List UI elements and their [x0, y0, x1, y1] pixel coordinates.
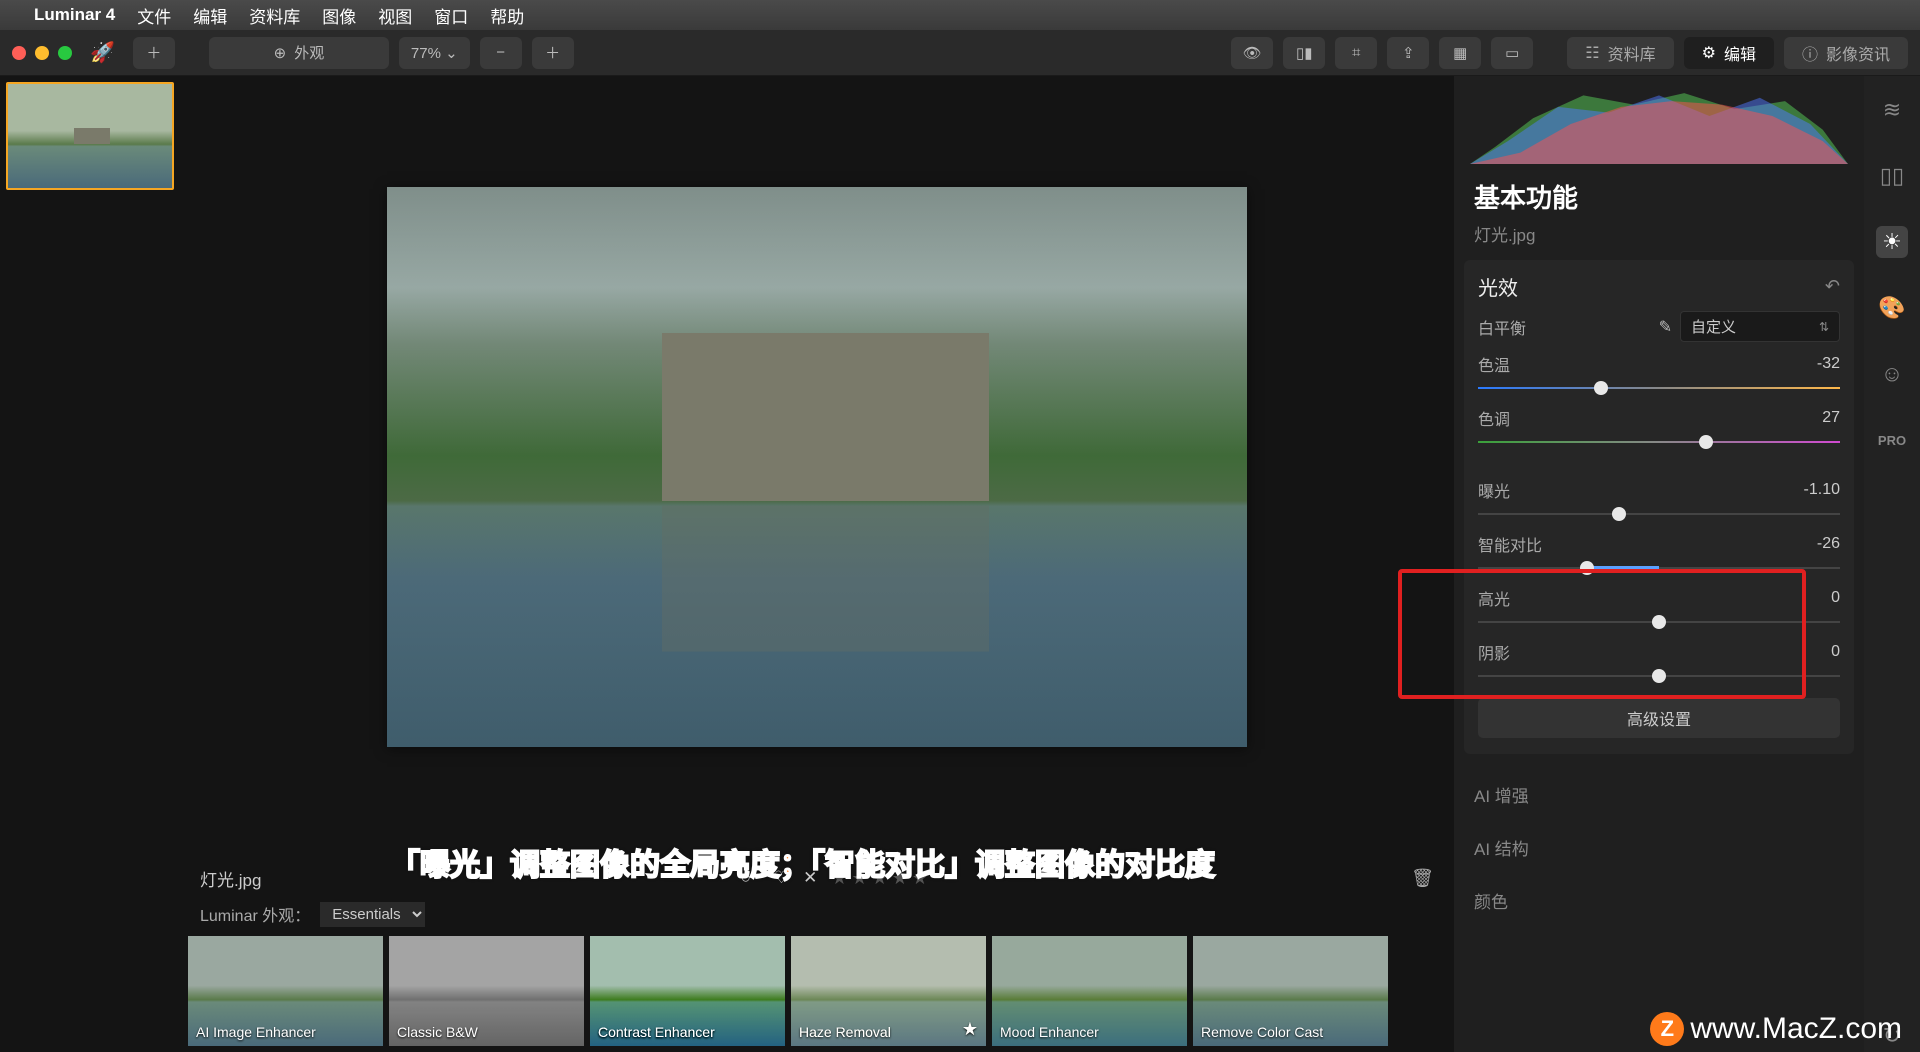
- menu-window[interactable]: 窗口: [434, 3, 468, 28]
- tab-info[interactable]: ⓘ 影像资讯: [1784, 37, 1908, 69]
- look-preset[interactable]: Mood Enhancer: [992, 936, 1187, 1046]
- exposure-slider[interactable]: [1478, 506, 1840, 522]
- crop-button[interactable]: ⌗: [1335, 37, 1377, 69]
- appearance-button[interactable]: ⊕ 外观: [209, 37, 389, 69]
- watermark-icon: Z: [1650, 1012, 1684, 1046]
- menu-file[interactable]: 文件: [137, 3, 171, 28]
- tool-list: AI 增强 AI 结构 颜色: [1454, 760, 1864, 935]
- advanced-settings-button[interactable]: 高级设置: [1478, 698, 1840, 738]
- looks-bar: Luminar 外观： Essentials: [180, 898, 1454, 930]
- tint-slider[interactable]: [1478, 434, 1840, 450]
- app-name[interactable]: Luminar 4: [34, 5, 115, 25]
- light-section: 光效 ↶ 白平衡 ✎ 自定义 色温-32 色调27 曝光-1.10 智能对比-2…: [1464, 260, 1854, 754]
- canvas: 灯光.jpg ○⁺ ♡ ✕ ★★★★★ 🗑 Luminar 外观： Essent…: [180, 76, 1454, 1052]
- sliders-icon: ⚙: [1702, 43, 1716, 63]
- minimize-window-icon[interactable]: [35, 46, 49, 60]
- smart-contrast-slider[interactable]: [1478, 560, 1840, 576]
- trash-icon[interactable]: 🗑: [1411, 868, 1434, 889]
- app-toolbar: 🚀 ＋ ⊕ 外观 77% ⌄ − ＋ 👁 ▯▮ ⌗ ⇪ ▦ ▭ ☷ 资料库 ⚙ …: [0, 30, 1920, 76]
- layers-icon[interactable]: ≋: [1876, 94, 1908, 126]
- tab-library[interactable]: ☷ 资料库: [1567, 37, 1673, 69]
- tab-edit[interactable]: ⚙ 编辑: [1684, 37, 1774, 69]
- menu-edit[interactable]: 编辑: [193, 3, 227, 28]
- canvas-icon[interactable]: ▯▯: [1876, 160, 1908, 192]
- look-preset[interactable]: Contrast Enhancer: [590, 936, 785, 1046]
- shadows-slider[interactable]: [1478, 668, 1840, 684]
- looks-icon: ⊕: [274, 44, 287, 62]
- wb-select[interactable]: 自定义: [1680, 311, 1840, 342]
- window-controls: [12, 46, 72, 60]
- fullscreen-window-icon[interactable]: [58, 46, 72, 60]
- creative-icon[interactable]: 🎨: [1876, 292, 1908, 324]
- info-icon: ⓘ: [1802, 41, 1818, 65]
- mac-menubar: Luminar 4 文件 编辑 资料库 图像 视图 窗口 帮助: [0, 0, 1920, 30]
- tool-ai-structure[interactable]: AI 结构: [1474, 821, 1844, 874]
- annotation-text: 「曝光」调整图像的全局亮度；「智能对比」调整图像的对比度: [390, 840, 1215, 884]
- looks-strip: AI Image EnhancerClassic B&WContrast Enh…: [180, 930, 1454, 1052]
- single-view-button[interactable]: ▭: [1491, 37, 1533, 69]
- wb-label: 白平衡: [1478, 315, 1651, 339]
- compare-button[interactable]: ▯▮: [1283, 37, 1325, 69]
- highlights-slider[interactable]: [1478, 614, 1840, 630]
- tool-category-bar: ≋ ▯▯ ☀ 🎨 ☺ PRO ↻: [1864, 76, 1920, 1052]
- preview-toggle-button[interactable]: 👁: [1231, 37, 1273, 69]
- eyedropper-icon[interactable]: ✎: [1659, 317, 1672, 337]
- filmstrip-sidebar: [0, 76, 180, 1052]
- rocket-icon[interactable]: 🚀: [90, 40, 115, 65]
- export-button[interactable]: ⇪: [1387, 37, 1429, 69]
- file-name: 灯光.jpg: [200, 866, 261, 891]
- look-preset[interactable]: Remove Color Cast: [1193, 936, 1388, 1046]
- watermark: Z www.MacZ.com: [1650, 1012, 1902, 1046]
- portrait-icon[interactable]: ☺: [1876, 358, 1908, 390]
- menu-library[interactable]: 资料库: [249, 3, 300, 28]
- menu-help[interactable]: 帮助: [490, 3, 524, 28]
- grid-view-button[interactable]: ▦: [1439, 37, 1481, 69]
- looks-category-select[interactable]: Essentials: [320, 902, 425, 927]
- panel-file-name: 灯光.jpg: [1454, 219, 1864, 260]
- menu-view[interactable]: 视图: [378, 3, 412, 28]
- panel-title: 基本功能: [1454, 174, 1864, 219]
- add-button[interactable]: ＋: [133, 37, 175, 69]
- look-preset[interactable]: Haze Removal★: [791, 936, 986, 1046]
- zoom-dropdown[interactable]: 77% ⌄: [399, 37, 470, 69]
- section-title: 光效: [1478, 272, 1518, 301]
- essentials-icon[interactable]: ☀: [1876, 226, 1908, 258]
- zoom-out-button[interactable]: −: [480, 37, 522, 69]
- main-image[interactable]: [387, 187, 1247, 747]
- tool-ai-enhance[interactable]: AI 增强: [1474, 768, 1844, 821]
- thumbnail-selected[interactable]: [6, 82, 174, 190]
- looks-label: Luminar 外观：: [200, 902, 310, 926]
- close-window-icon[interactable]: [12, 46, 26, 60]
- temperature-slider[interactable]: [1478, 380, 1840, 396]
- tool-color[interactable]: 颜色: [1474, 874, 1844, 927]
- histogram[interactable]: [1470, 84, 1848, 164]
- pro-icon[interactable]: PRO: [1876, 424, 1908, 456]
- look-preset[interactable]: AI Image Enhancer: [188, 936, 383, 1046]
- edit-panel: 基本功能 灯光.jpg 光效 ↶ 白平衡 ✎ 自定义 色温-32 色调27 曝光…: [1454, 76, 1864, 1052]
- menu-image[interactable]: 图像: [322, 3, 356, 28]
- library-icon: ☷: [1585, 43, 1599, 63]
- zoom-in-button[interactable]: ＋: [532, 37, 574, 69]
- look-preset[interactable]: Classic B&W: [389, 936, 584, 1046]
- undo-icon[interactable]: ↶: [1825, 276, 1840, 297]
